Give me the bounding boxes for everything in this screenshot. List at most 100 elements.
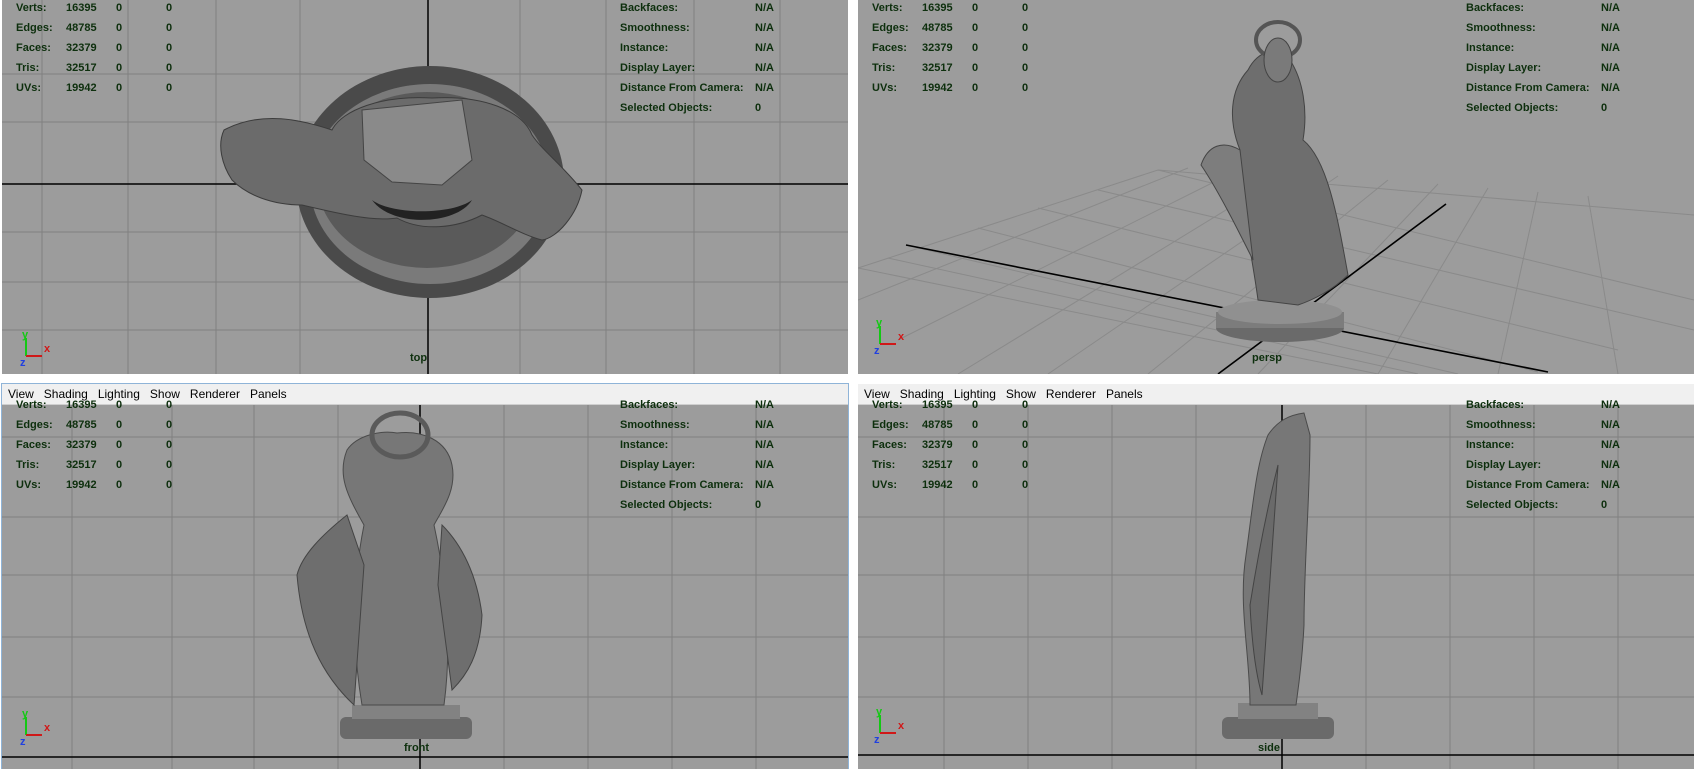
hud-label: Backfaces: bbox=[620, 2, 679, 14]
hud-value: 0 bbox=[1022, 22, 1029, 34]
hud-value: N/A bbox=[1601, 82, 1620, 94]
hud-value: 0 bbox=[116, 82, 123, 94]
hud-value: 19942 bbox=[922, 82, 953, 94]
hud-poly-count-side: Verts: 16395 0 0 Edges: 48785 0 0 Faces: 32379 0 0 T… bbox=[872, 395, 1052, 495]
hud-value: 0 bbox=[166, 2, 173, 14]
hud-value: 0 bbox=[116, 399, 123, 411]
hud-label: Selected Objects: bbox=[1466, 499, 1559, 511]
hud-label: Verts: bbox=[16, 399, 47, 411]
hud-value: N/A bbox=[755, 439, 774, 451]
viewport-panel-side[interactable]: View Shading Lighting Show Renderer Panels Ve… bbox=[858, 384, 1694, 769]
hud-value: 32517 bbox=[922, 459, 953, 471]
hud-value: 16395 bbox=[66, 399, 97, 411]
axis-gizmo-front: x y z bbox=[20, 709, 51, 745]
hud-label: Instance: bbox=[1466, 439, 1515, 451]
hud-label: Smoothness: bbox=[620, 419, 690, 431]
viewport-front[interactable]: Verts: 16395 0 0 Edges: 48785 0 0 Faces: 32379 0 0 T… bbox=[2, 399, 848, 769]
hud-value: 32379 bbox=[922, 439, 953, 451]
hud-value: 32379 bbox=[66, 439, 97, 451]
hud-value: N/A bbox=[1601, 42, 1620, 54]
hud-value: 16395 bbox=[922, 2, 953, 14]
axis-x-label: x bbox=[898, 720, 905, 732]
hud-label: Smoothness: bbox=[1466, 419, 1536, 431]
hud-row-display-layer: Display Layer: N/A bbox=[620, 455, 774, 475]
hud-row-distance-from-camera: Distance From Camera: N/A bbox=[1466, 78, 1620, 98]
hud-value: N/A bbox=[755, 42, 774, 54]
hud-value: 0 bbox=[166, 42, 173, 54]
hud-row-instance: Instance: N/A bbox=[1466, 38, 1620, 58]
hud-value: N/A bbox=[1601, 439, 1620, 451]
hud-value: 0 bbox=[1022, 439, 1029, 451]
hud-value: 0 bbox=[755, 102, 762, 114]
viewport-panel-persp[interactable]: Verts: 16395 0 0 Edges: 48785 0 0 Faces: 32379 0 0 T… bbox=[858, 0, 1694, 374]
hud-value: 19942 bbox=[66, 82, 97, 94]
hud-value: 0 bbox=[116, 22, 123, 34]
hud-row-distance-from-camera: Distance From Camera: N/A bbox=[1466, 475, 1620, 495]
hud-row-selected-objects: Selected Objects: 0 bbox=[1466, 98, 1620, 118]
hud-label: Verts: bbox=[872, 399, 903, 411]
hud-value: 0 bbox=[972, 439, 979, 451]
menu-renderer[interactable]: Renderer bbox=[190, 387, 240, 401]
hud-row-tris: Tris: 32517 0 0 bbox=[872, 58, 1052, 78]
menu-renderer[interactable]: Renderer bbox=[1046, 387, 1096, 401]
hud-label: Smoothness: bbox=[1466, 22, 1536, 34]
hud-value: N/A bbox=[755, 82, 774, 94]
viewport-side[interactable]: Verts: 16395 0 0 Edges: 48785 0 0 Faces: 32379 0 0 T… bbox=[858, 399, 1694, 769]
hud-value: 0 bbox=[166, 22, 173, 34]
hud-label: Tris: bbox=[16, 459, 40, 471]
hud-row-faces: Faces: 32379 0 0 bbox=[16, 435, 196, 455]
hud-label: Selected Objects: bbox=[1466, 102, 1559, 114]
hud-label: Distance From Camera: bbox=[620, 479, 744, 491]
hud-row-smoothness: Smoothness: N/A bbox=[620, 415, 774, 435]
hud-row-tris: Tris: 32517 0 0 bbox=[872, 455, 1052, 475]
hud-row-backfaces: Backfaces: N/A bbox=[620, 0, 774, 18]
viewport-panel-top[interactable]: Verts: 16395 0 0 Edges: 48785 0 0 Faces: 32379 0 0 T… bbox=[2, 0, 848, 374]
hud-value: 0 bbox=[116, 2, 123, 14]
axis-x-label: x bbox=[44, 722, 51, 734]
hud-label: Faces: bbox=[16, 42, 51, 54]
hud-label: UVs: bbox=[872, 479, 898, 491]
hud-value: 0 bbox=[1601, 499, 1608, 511]
axis-x-label: x bbox=[44, 343, 51, 355]
hud-row-tris: Tris: 32517 0 0 bbox=[16, 455, 196, 475]
hud-value: 0 bbox=[1022, 2, 1029, 14]
hud-row-verts: Verts: 16395 0 0 bbox=[16, 0, 196, 18]
hud-value: 0 bbox=[972, 2, 979, 14]
hud-value: 19942 bbox=[66, 479, 97, 491]
menu-panels[interactable]: Panels bbox=[250, 387, 287, 401]
hud-label: Verts: bbox=[872, 2, 903, 14]
hud-row-verts: Verts: 16395 0 0 bbox=[872, 395, 1052, 415]
hud-label: Edges: bbox=[16, 22, 53, 34]
hud-row-selected-objects: Selected Objects: 0 bbox=[620, 98, 774, 118]
hud-label: Faces: bbox=[872, 439, 907, 451]
hud-row-verts: Verts: 16395 0 0 bbox=[872, 0, 1052, 18]
hud-value: 32517 bbox=[66, 62, 97, 74]
hud-object-details-top: Backfaces: N/A Smoothness: N/A Instance: N/A D… bbox=[620, 0, 774, 118]
hud-value: 0 bbox=[1022, 42, 1029, 54]
axis-z-label: z bbox=[20, 357, 26, 366]
hud-row-edges: Edges: 48785 0 0 bbox=[16, 18, 196, 38]
hud-value: 0 bbox=[1022, 459, 1029, 471]
hud-value: N/A bbox=[755, 479, 774, 491]
axis-z-label: z bbox=[874, 734, 880, 743]
hud-label: Tris: bbox=[872, 62, 896, 74]
hud-row-display-layer: Display Layer: N/A bbox=[1466, 455, 1620, 475]
viewport-persp[interactable]: Verts: 16395 0 0 Edges: 48785 0 0 Faces: 32379 0 0 T… bbox=[858, 0, 1694, 374]
hud-label: Display Layer: bbox=[620, 62, 696, 74]
hud-object-details-front: Backfaces: N/A Smoothness: N/A Instance: N/A D… bbox=[620, 395, 774, 515]
viewport-top[interactable]: Verts: 16395 0 0 Edges: 48785 0 0 Faces: 32379 0 0 T… bbox=[2, 0, 848, 374]
hud-value: 0 bbox=[166, 439, 173, 451]
hud-value: 48785 bbox=[66, 22, 97, 34]
hud-value: N/A bbox=[1601, 22, 1620, 34]
hud-label: UVs: bbox=[16, 479, 42, 491]
hud-label: Distance From Camera: bbox=[1466, 82, 1590, 94]
viewport-panel-front[interactable]: View Shading Lighting Show Renderer Panels bbox=[1, 383, 849, 769]
hud-label: Instance: bbox=[1466, 42, 1515, 54]
hud-value: N/A bbox=[1601, 2, 1620, 14]
hud-label: Faces: bbox=[872, 42, 907, 54]
hud-row-smoothness: Smoothness: N/A bbox=[1466, 415, 1620, 435]
hud-label: Tris: bbox=[16, 62, 40, 74]
hud-value: 0 bbox=[972, 459, 979, 471]
hud-value: 0 bbox=[166, 82, 173, 94]
menu-panels[interactable]: Panels bbox=[1106, 387, 1143, 401]
